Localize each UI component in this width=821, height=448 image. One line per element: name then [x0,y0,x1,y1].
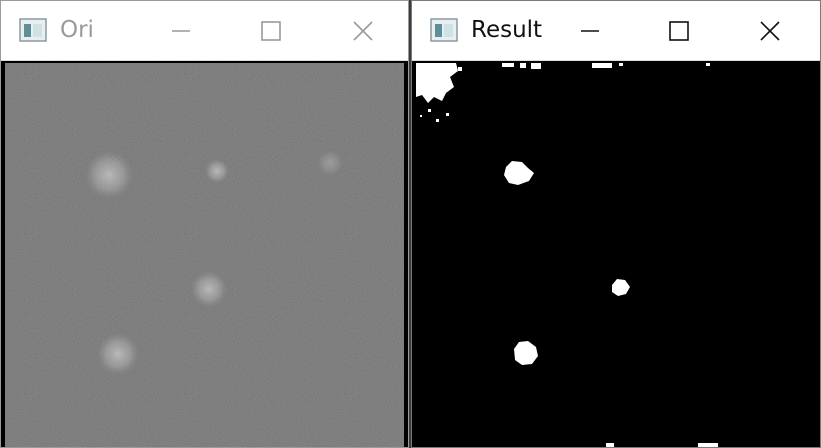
minimize-button[interactable] [159,9,203,53]
result-speck [619,63,623,66]
close-button[interactable] [748,9,792,53]
maximize-button[interactable] [657,9,701,53]
window-title: Ori [60,17,94,43]
result-image-canvas [416,63,816,447]
app-window-icon [19,18,47,42]
window-title: Result [471,17,543,43]
result-speck [502,63,514,67]
result-speck [458,67,462,71]
result-speck [706,63,710,66]
binary-result-image [416,63,816,447]
result-speck [436,119,439,122]
ori-image-canvas [5,63,404,447]
result-speck [520,63,526,68]
maximize-icon [261,21,281,41]
result-speck [592,63,612,68]
result-speck [531,63,541,69]
result-speck [446,113,449,116]
minimize-button[interactable] [568,9,612,53]
noisy-original-image [5,63,404,447]
app-window-icon [430,18,458,42]
maximize-button[interactable] [249,9,293,53]
minimize-icon [581,30,599,32]
result-speck [428,109,431,112]
ori-titlebar[interactable]: Ori [1,1,408,61]
result-speck [698,443,718,447]
result-window[interactable]: Result [411,0,821,448]
noise-overlay [5,63,404,447]
result-speck [420,115,422,117]
close-icon [353,21,373,41]
maximize-icon [669,21,689,41]
close-button[interactable] [341,9,385,53]
result-titlebar[interactable]: Result [412,1,820,61]
close-icon [760,21,780,41]
result-speck [606,443,614,447]
ori-window[interactable]: Ori [0,0,409,448]
minimize-icon [172,30,190,32]
